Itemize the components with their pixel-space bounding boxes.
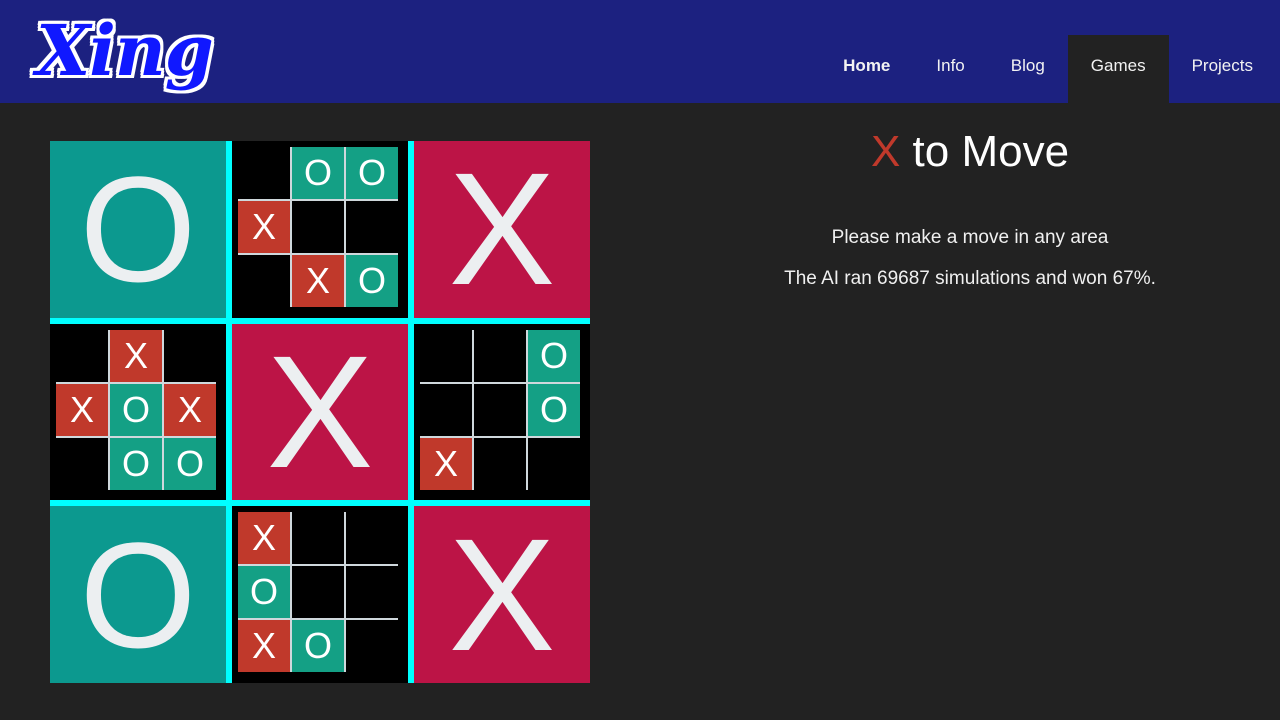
mini-board-cells-7: XOXO — [238, 512, 398, 673]
cell-3-1[interactable]: X — [110, 329, 162, 382]
board-winner-mark-o: O — [79, 510, 197, 679]
cell-3-8[interactable]: O — [164, 437, 216, 490]
mini-board-3[interactable]: XXOXOO — [50, 323, 226, 501]
cell-1-8[interactable]: O — [346, 255, 398, 307]
cell-7-0[interactable]: X — [238, 512, 290, 565]
cell-7-3[interactable]: O — [238, 566, 290, 619]
board-winner-mark-x: X — [448, 506, 556, 683]
cell-3-0[interactable] — [56, 329, 108, 382]
status-panel: X to Move Please make a move in any area… — [690, 123, 1250, 292]
mini-board-cells-5: OO X — [420, 329, 580, 490]
nav-item-blog[interactable]: Blog — [988, 35, 1068, 103]
cell-1-6[interactable] — [238, 255, 290, 307]
mini-board-0: O — [50, 141, 226, 318]
cell-7-4[interactable] — [292, 566, 344, 619]
mini-board-7[interactable]: XOXO — [232, 506, 408, 683]
mini-board-1[interactable]: OOXXO — [232, 141, 408, 318]
cell-1-7[interactable]: X — [292, 255, 344, 307]
mini-board-8: X — [414, 506, 590, 683]
cell-1-5[interactable] — [346, 201, 398, 253]
turn-mark-icon: X — [870, 127, 901, 176]
cell-7-6[interactable]: X — [238, 620, 290, 673]
cell-3-6[interactable] — [56, 437, 108, 490]
nav-item-games[interactable]: Games — [1067, 35, 1169, 103]
cell-5-0[interactable] — [420, 329, 472, 382]
cell-5-6[interactable]: X — [420, 437, 472, 490]
board-winner-mark-x: X — [266, 323, 374, 501]
cell-7-8[interactable] — [346, 620, 398, 673]
mini-board-cells-1: OOXXO — [238, 147, 398, 307]
cell-5-3[interactable] — [420, 383, 472, 436]
cell-1-0[interactable] — [238, 147, 290, 199]
cell-5-7[interactable] — [474, 437, 526, 490]
board-winner-mark-o: O — [79, 145, 197, 314]
cell-1-1[interactable]: O — [292, 147, 344, 199]
move-instruction: Please make a move in any area — [831, 227, 1109, 248]
cell-3-2[interactable] — [164, 329, 216, 382]
mini-board-4: X — [232, 323, 408, 501]
nav-item-info[interactable]: Info — [913, 35, 987, 103]
cell-7-1[interactable] — [292, 512, 344, 565]
cell-3-3[interactable]: X — [56, 383, 108, 436]
mini-board-2: X — [414, 141, 590, 318]
mini-board-cells-3: XXOXOO — [56, 329, 216, 490]
nav-item-projects[interactable]: Projects — [1169, 35, 1280, 103]
cell-1-4[interactable] — [292, 201, 344, 253]
cell-1-3[interactable]: X — [238, 201, 290, 253]
cell-7-2[interactable] — [346, 512, 398, 565]
cell-3-4[interactable]: O — [110, 383, 162, 436]
turn-indicator: X to Move — [690, 123, 1250, 181]
cell-5-2[interactable]: O — [528, 329, 580, 382]
site-logo[interactable]: Xing — [34, 7, 216, 94]
main-navigation: Home Info Blog Games Projects — [820, 0, 1280, 103]
page-body: OOOXXOXXXOXOOXOOXOXOXOX X to Move Please… — [0, 103, 1280, 720]
cell-7-5[interactable] — [346, 566, 398, 619]
site-header: Xing Home Info Blog Games Projects — [0, 0, 1280, 103]
ai-simulation-stats: The AI ran 69687 simulations and won 67%… — [784, 268, 1156, 289]
turn-indicator-suffix: to Move — [900, 127, 1070, 176]
nav-item-home[interactable]: Home — [820, 35, 913, 103]
cell-5-1[interactable] — [474, 329, 526, 382]
mini-board-5[interactable]: OO X — [414, 323, 590, 501]
ultimate-tic-tac-toe-board: OOOXXOXXXOXOOXOOXOXOXOX — [50, 141, 590, 683]
mini-board-6: O — [50, 506, 226, 683]
cell-5-5[interactable]: O — [528, 383, 580, 436]
board-winner-mark-x: X — [448, 141, 556, 318]
cell-3-7[interactable]: O — [110, 437, 162, 490]
cell-5-8[interactable] — [528, 437, 580, 490]
cell-1-2[interactable]: O — [346, 147, 398, 199]
cell-3-5[interactable]: X — [164, 383, 216, 436]
cell-7-7[interactable]: O — [292, 620, 344, 673]
cell-5-4[interactable] — [474, 383, 526, 436]
